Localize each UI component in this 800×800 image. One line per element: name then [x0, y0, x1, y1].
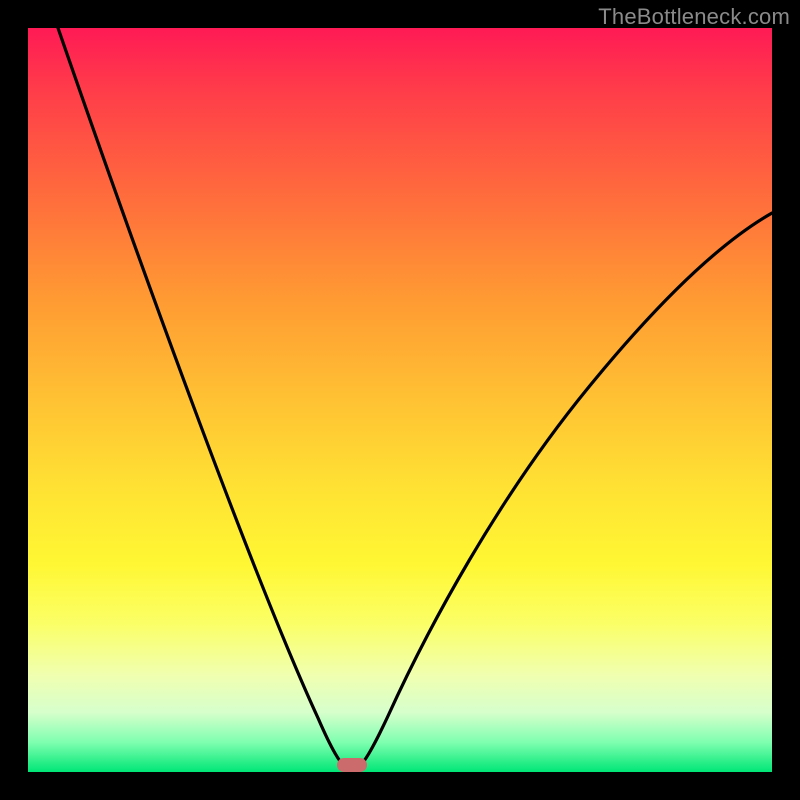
chart-frame: TheBottleneck.com — [0, 0, 800, 800]
curve-left-branch — [58, 28, 348, 770]
watermark-text: TheBottleneck.com — [598, 4, 790, 30]
plot-area — [28, 28, 772, 772]
optimal-marker — [337, 758, 367, 772]
bottleneck-curve — [28, 28, 772, 772]
curve-right-branch — [356, 213, 772, 770]
